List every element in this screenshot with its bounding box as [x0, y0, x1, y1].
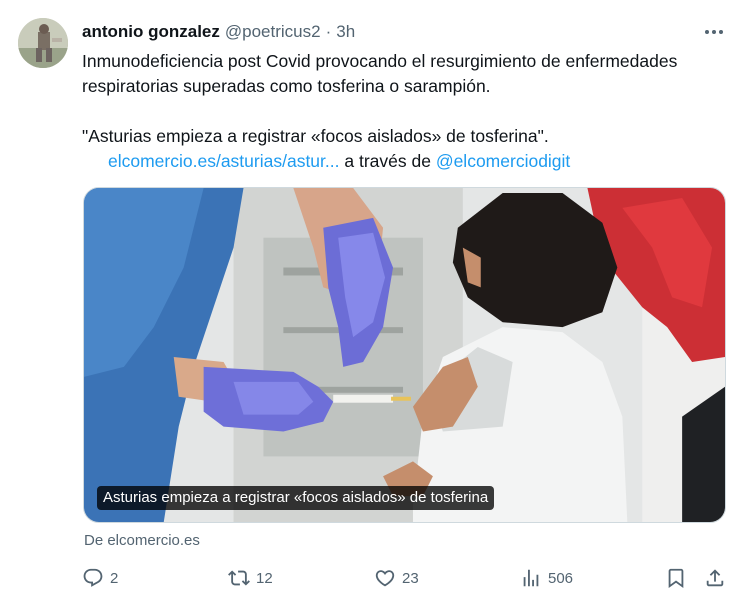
via-text: a través de — [344, 151, 431, 171]
timestamp[interactable]: 3h — [336, 22, 355, 42]
tweet-quote: "Asturias empieza a registrar «focos ais… — [82, 126, 549, 146]
reply-count: 2 — [110, 569, 119, 587]
tweet-header: antonio gonzalez @poetricus2 · 3h — [82, 20, 355, 44]
retweet-count: 12 — [256, 569, 273, 587]
separator-dot: · — [325, 22, 332, 41]
tweet[interactable]: antonio gonzalez @poetricus2 · 3h Inmuno… — [0, 0, 754, 600]
author-name[interactable]: antonio gonzalez — [82, 22, 220, 42]
author-handle[interactable]: @poetricus2 — [225, 22, 321, 42]
link-card[interactable]: Asturias empieza a registrar «focos aisl… — [83, 187, 726, 523]
more-horizontal-icon — [705, 30, 723, 34]
mention-link[interactable]: @elcomerciodigit — [436, 151, 570, 171]
tweet-text-line: Inmunodeficiencia post Covid provocando … — [82, 51, 678, 71]
share-icon — [706, 569, 724, 587]
more-options-button[interactable] — [702, 22, 726, 42]
tweet-link-line: elcomercio.es/asturias/astur... a través… — [82, 149, 732, 174]
views-chart-icon — [523, 569, 539, 587]
article-link[interactable]: elcomercio.es/asturias/astur... — [108, 151, 339, 171]
share-button[interactable] — [704, 565, 726, 591]
retweet-icon — [228, 570, 250, 586]
views-button[interactable]: 506 — [520, 565, 573, 591]
card-source[interactable]: De elcomercio.es — [84, 532, 200, 549]
retweet-button[interactable]: 12 — [228, 565, 273, 591]
tweet-text-line: respiratorias superadas como tosferina o… — [82, 76, 491, 96]
bookmark-icon — [668, 568, 684, 589]
reply-button[interactable]: 2 — [82, 565, 118, 591]
like-button[interactable]: 23 — [374, 565, 419, 591]
heart-icon — [375, 570, 395, 587]
card-image — [84, 188, 725, 522]
like-count: 23 — [402, 569, 419, 587]
bookmark-button[interactable] — [665, 565, 687, 591]
action-bar: 2 12 23 506 — [82, 565, 730, 591]
reply-icon — [83, 568, 103, 587]
avatar[interactable] — [18, 18, 68, 68]
views-count: 506 — [548, 569, 574, 587]
card-caption: Asturias empieza a registrar «focos aisl… — [97, 486, 495, 510]
tweet-text: Inmunodeficiencia post Covid provocando … — [82, 49, 732, 174]
